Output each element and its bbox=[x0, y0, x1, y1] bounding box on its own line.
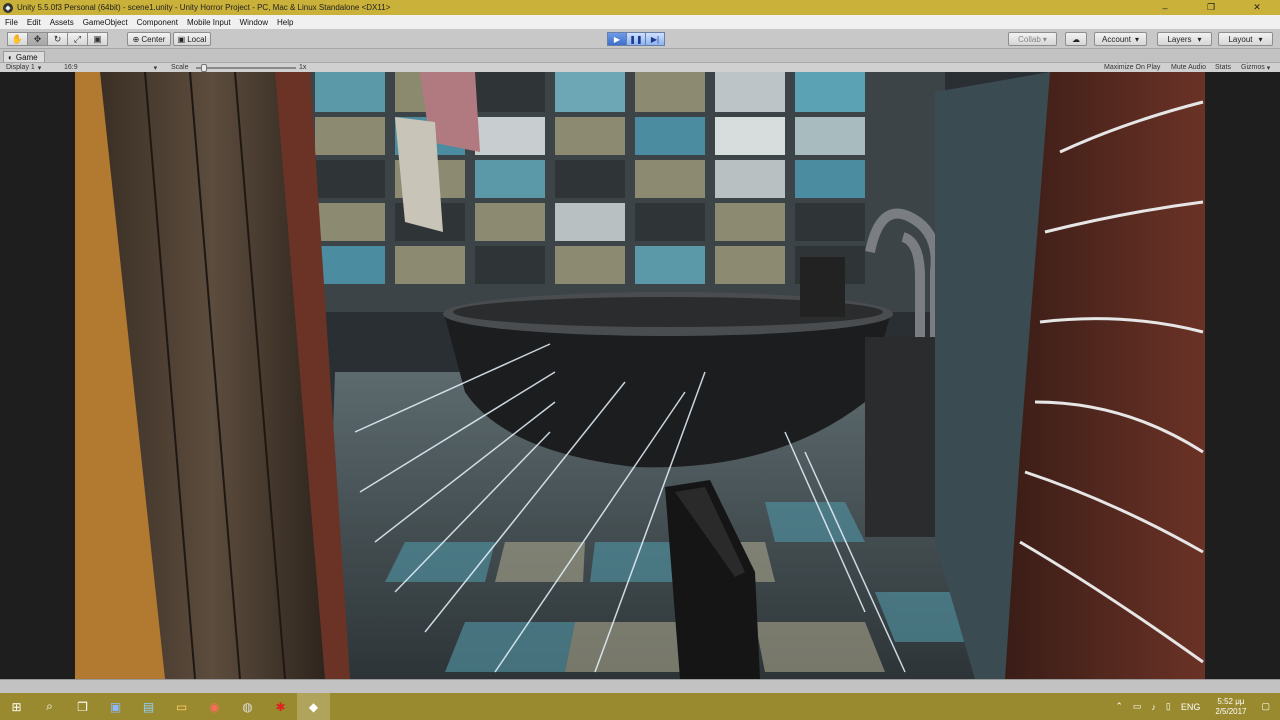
menu-edit[interactable]: Edit bbox=[27, 18, 41, 27]
battery-icon[interactable]: ▯ bbox=[1166, 701, 1171, 712]
red-app-icon[interactable]: ✱ bbox=[264, 693, 297, 720]
menu-bar: File Edit Assets GameObject Component Mo… bbox=[0, 15, 1280, 29]
transform-tools: ✋ ✥ ↻ ⤢ ▣ bbox=[7, 32, 108, 46]
aspect-label: 16:9 bbox=[64, 64, 78, 71]
chevron-up-icon[interactable]: ⌃ bbox=[1115, 701, 1123, 712]
unity-taskbar-icon[interactable]: ◆ bbox=[297, 693, 330, 720]
clock[interactable]: 5:52 μμ 2/5/2017 bbox=[1215, 697, 1246, 717]
gizmos-dropdown[interactable]: Gizmos ▾ bbox=[1241, 63, 1270, 72]
store-icon[interactable]: ▤ bbox=[132, 693, 165, 720]
menu-help[interactable]: Help bbox=[277, 18, 293, 27]
app-icon[interactable]: ◍ bbox=[231, 693, 264, 720]
mute-audio-toggle[interactable]: Mute Audio bbox=[1171, 63, 1206, 72]
chevron-down-icon: ▾ bbox=[1266, 64, 1271, 72]
stats-toggle[interactable]: Stats bbox=[1215, 63, 1231, 72]
window-controls: – ❐ ✕ bbox=[1142, 0, 1280, 15]
close-button[interactable]: ✕ bbox=[1234, 0, 1280, 15]
task-view-icon[interactable]: ❐ bbox=[66, 693, 99, 720]
chrome-icon[interactable]: ◉ bbox=[198, 693, 231, 720]
hand-tool-icon[interactable]: ✋ bbox=[7, 32, 28, 46]
volume-icon[interactable]: ♪ bbox=[1151, 702, 1156, 712]
scale-slider-track[interactable] bbox=[196, 67, 296, 69]
display-dropdown[interactable]: Display 1 ▾ bbox=[6, 63, 41, 72]
clock-date: 2/5/2017 bbox=[1215, 706, 1247, 716]
menu-file[interactable]: File bbox=[5, 18, 18, 27]
explorer-icon[interactable]: ▭ bbox=[165, 693, 198, 720]
network-icon[interactable]: ▭ bbox=[1133, 701, 1142, 712]
scale-slider-handle[interactable] bbox=[200, 64, 207, 72]
language-indicator[interactable]: ENG bbox=[1181, 702, 1201, 712]
move-tool-icon[interactable]: ✥ bbox=[27, 32, 48, 46]
soap-dispenser bbox=[800, 257, 845, 317]
toolbar: ✋ ✥ ↻ ⤢ ▣ ⊕ Center ▣ Local ▶ ❚❚ ▶| Colla… bbox=[0, 29, 1280, 49]
visual-studio-icon[interactable]: ▣ bbox=[99, 693, 132, 720]
chevron-down-icon: ▾ bbox=[1258, 34, 1263, 44]
scale-label: Scale bbox=[171, 64, 189, 71]
title-bar: ◆ Unity 5.5.0f3 Personal (64bit) - scene… bbox=[0, 0, 1280, 15]
menu-assets[interactable]: Assets bbox=[50, 18, 74, 27]
menu-gameobject[interactable]: GameObject bbox=[83, 18, 128, 27]
chevron-down-icon: ▾ bbox=[1197, 34, 1202, 44]
game-viewport[interactable] bbox=[75, 72, 1205, 679]
layout-label: Layout bbox=[1228, 34, 1253, 44]
menu-component[interactable]: Component bbox=[137, 18, 178, 27]
layout-dropdown[interactable]: Layout ▾ bbox=[1218, 32, 1273, 46]
rotate-tool-icon[interactable]: ↻ bbox=[47, 32, 68, 46]
tab-game-label: Game bbox=[15, 52, 38, 62]
horizontal-scrollbar[interactable] bbox=[0, 679, 1280, 693]
aspect-dropdown[interactable]: 16:9 ▾ bbox=[64, 63, 157, 72]
pivot-center-button[interactable]: ⊕ Center bbox=[127, 32, 171, 46]
menu-window[interactable]: Window bbox=[240, 18, 268, 27]
window-title: Unity 5.5.0f3 Personal (64bit) - scene1.… bbox=[17, 3, 391, 12]
account-label: Account bbox=[1102, 34, 1131, 44]
rect-tool-icon[interactable]: ▣ bbox=[87, 32, 108, 46]
chevron-down-icon: ▾ bbox=[1042, 34, 1047, 44]
chevron-down-icon: ▾ bbox=[1134, 34, 1139, 44]
cloud-button[interactable]: ☁ bbox=[1065, 32, 1087, 46]
maximize-button[interactable]: ❐ bbox=[1188, 0, 1234, 15]
scale-value: 1x bbox=[299, 64, 307, 71]
pivot-icon: ⊕ bbox=[132, 34, 140, 44]
gamepad-icon: ◐ bbox=[8, 52, 13, 62]
layers-dropdown[interactable]: Layers ▾ bbox=[1157, 32, 1212, 46]
maximize-on-play-toggle[interactable]: Maximize On Play bbox=[1104, 63, 1160, 72]
account-dropdown[interactable]: Account ▾ bbox=[1094, 32, 1147, 46]
chevron-down-icon: ▾ bbox=[37, 64, 42, 72]
game-scene-render bbox=[75, 72, 1205, 679]
tab-game[interactable]: ◐ Game bbox=[3, 51, 45, 62]
minimize-button[interactable]: – bbox=[1142, 0, 1188, 15]
play-controls: ▶ ❚❚ ▶| bbox=[607, 32, 665, 46]
game-view-controls: Display 1 ▾ 16:9 ▾ Scale 1x Maximize On … bbox=[0, 62, 1280, 72]
menu-mobile-input[interactable]: Mobile Input bbox=[187, 18, 231, 27]
search-icon[interactable]: ⌕ bbox=[33, 693, 66, 720]
cloud-icon: ☁ bbox=[1072, 34, 1080, 44]
unity-icon: ◆ bbox=[3, 2, 13, 13]
space-icon: ▣ bbox=[177, 34, 186, 44]
space-label: Local bbox=[187, 34, 207, 44]
step-button[interactable]: ▶| bbox=[645, 32, 665, 46]
play-button[interactable]: ▶ bbox=[607, 32, 627, 46]
gizmos-label: Gizmos bbox=[1241, 64, 1265, 71]
game-view-header: ◐ Game Display 1 ▾ 16:9 ▾ Scale 1x Maxim… bbox=[0, 50, 1280, 72]
notifications-icon[interactable]: ▢ bbox=[1261, 701, 1270, 712]
display-label: Display 1 bbox=[6, 64, 35, 71]
pivot-label: Center bbox=[141, 34, 166, 44]
collab-label: Collab bbox=[1018, 34, 1041, 44]
layers-label: Layers bbox=[1167, 34, 1192, 44]
scale-tool-icon[interactable]: ⤢ bbox=[67, 32, 88, 46]
start-icon[interactable]: ⊞ bbox=[0, 693, 33, 720]
chevron-down-icon: ▾ bbox=[153, 64, 158, 72]
clock-time: 5:52 μμ bbox=[1217, 696, 1245, 706]
tiled-back-wall bbox=[305, 72, 945, 312]
space-local-button[interactable]: ▣ Local bbox=[173, 32, 211, 46]
collab-button[interactable]: Collab ▾ bbox=[1008, 32, 1057, 46]
pause-button[interactable]: ❚❚ bbox=[626, 32, 646, 46]
system-tray: ⌃ ▭ ♪ ▯ ENG 5:52 μμ 2/5/2017 ▢ bbox=[1110, 693, 1280, 720]
taskbar: ⊞ ⌕ ❐ ▣ ▤ ▭ ◉ ◍ ✱ ◆ ⌃ ▭ ♪ ▯ ENG 5:52 μμ … bbox=[0, 693, 1280, 720]
